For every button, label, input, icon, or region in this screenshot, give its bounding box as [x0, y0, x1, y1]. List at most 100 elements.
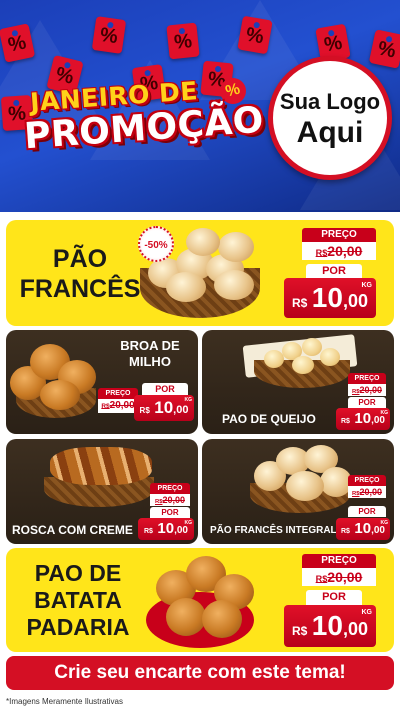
bread-roll-image	[286, 471, 324, 501]
sweet-bread-image	[50, 447, 152, 485]
preco-label: PREÇO	[302, 228, 376, 242]
product-name-line2: MILHO	[129, 354, 171, 369]
old-price: R$20,00	[348, 384, 386, 396]
current-price: R$ 10,00 KG	[336, 518, 390, 540]
preco-label: PREÇO	[302, 554, 376, 568]
product-name: PÃO FRANCÊS	[16, 244, 144, 304]
price-decimal: ,00	[342, 619, 368, 639]
current-price: R$ 10,00 KG	[134, 395, 194, 421]
por-label: POR	[348, 506, 386, 517]
preco-label: PREÇO	[348, 475, 386, 486]
percent-tag-icon: %	[166, 22, 200, 60]
current-price: R$ 10,00 KG	[284, 605, 376, 647]
price-unit: KG	[361, 282, 373, 289]
product-card-pao-frances: PÃO FRANCÊS -50% PREÇO R$20,00 POR R$ 10…	[6, 220, 394, 326]
potato-bread-image	[166, 598, 206, 636]
price-currency: R$	[292, 624, 308, 638]
por-label: POR	[306, 590, 362, 605]
product-name: PAO DE BATATA PADARIA	[10, 560, 146, 641]
price-currency: R$	[139, 406, 150, 415]
product-card-rosca-creme: ROSCA COM CREME PREÇO R$20,00 POR R$ 10,…	[6, 439, 198, 544]
price-currency: R$	[341, 418, 350, 425]
cheese-bread-image	[264, 350, 284, 368]
product-card-pao-queijo: PAO DE QUEIJO PREÇO R$20,00 POR R$ 10,00…	[202, 330, 394, 434]
cheese-bread-image	[292, 356, 314, 374]
logo-text-line2: Aqui	[296, 116, 364, 149]
product-name-line2: FRANCÊS	[19, 275, 141, 303]
price-currency: R$	[292, 296, 308, 310]
old-price-value: 20,00	[359, 385, 382, 395]
price-integer: 10	[311, 610, 343, 641]
price-decimal: ,00	[174, 525, 188, 536]
price-currency: R$	[144, 528, 153, 535]
por-label: POR	[142, 383, 188, 395]
product-name: PAO DE QUEIJO	[222, 412, 316, 426]
old-price-currency: R$	[315, 248, 328, 258]
current-price: R$ 10,00 KG	[138, 518, 194, 540]
product-name-line1: BROA DE	[120, 338, 180, 353]
logo-placeholder: Sua Logo Aqui	[268, 56, 392, 180]
discount-badge: -50%	[138, 226, 174, 262]
disclaimer-text: *Imagens Meramente Ilustrativas	[6, 697, 123, 706]
percent-tag-icon: %	[237, 15, 273, 55]
old-price: R$20,00	[348, 486, 386, 498]
price-integer: 10	[154, 398, 174, 417]
product-name-line1: PÃO	[52, 245, 108, 273]
current-price: R$ 10,00 KG	[284, 278, 376, 318]
product-name: PÃO FRANCÊS INTEGRAL	[210, 525, 337, 536]
price-decimal: ,00	[173, 404, 189, 416]
cheese-bread-image	[320, 348, 340, 366]
percent-tag-icon: %	[91, 16, 127, 54]
product-name-line2: BATATA	[34, 587, 122, 613]
bread-roll-image	[214, 270, 254, 300]
por-label: POR	[348, 397, 386, 408]
product-name: ROSCA COM CREME	[12, 523, 133, 537]
price-unit: KG	[380, 520, 389, 526]
potato-bread-image	[202, 600, 242, 638]
product-name: BROA DE MILHO	[108, 338, 192, 370]
cheese-bread-image	[302, 338, 322, 356]
old-price-value: 20,00	[327, 569, 363, 585]
product-name-line1: PAO DE	[34, 560, 122, 586]
preco-label: PREÇO	[150, 483, 190, 494]
percent-tag-icon: %	[368, 29, 400, 69]
corn-bread-image	[40, 380, 80, 410]
old-price-value: 20,00	[327, 243, 363, 259]
price-integer: 10	[157, 520, 175, 537]
product-card-pao-integral: PÃO FRANCÊS INTEGRAL PREÇO R$20,00 POR R…	[202, 439, 394, 544]
current-price: R$ 10,00 KG	[336, 408, 390, 430]
product-card-broa-milho: BROA DE MILHO PREÇO R$20,00 POR R$ 10,00…	[6, 330, 198, 434]
preco-label: PREÇO	[348, 373, 386, 384]
price-integer: 10	[354, 410, 372, 427]
old-price: R$20,00	[302, 568, 376, 586]
old-price: R$20,00	[150, 494, 190, 506]
price-decimal: ,00	[371, 415, 385, 426]
price-integer: 10	[311, 282, 343, 313]
preco-label: PREÇO	[98, 388, 138, 399]
header-banner: % % % % % % % % % % JANEIRO DE % PROMOÇÃ…	[0, 0, 400, 212]
por-label: POR	[150, 507, 190, 518]
price-decimal: ,00	[371, 525, 385, 536]
por-label: POR	[306, 264, 362, 279]
bread-roll-image	[186, 228, 220, 256]
old-price-currency: R$	[101, 403, 110, 410]
price-currency: R$	[341, 528, 350, 535]
product-card-pao-batata: PAO DE BATATA PADARIA PREÇO R$20,00 POR …	[6, 548, 394, 652]
bread-roll-image	[166, 272, 206, 302]
old-price-value: 20,00	[162, 495, 185, 505]
old-price-value: 20,00	[109, 400, 135, 411]
product-name-line3: PADARIA	[26, 614, 130, 640]
price-unit: KG	[361, 609, 373, 616]
old-price: R$20,00	[302, 242, 376, 260]
old-price: R$20,00	[98, 399, 138, 413]
logo-text-line1: Sua Logo	[279, 89, 381, 114]
price-integer: 10	[354, 520, 372, 537]
old-price-value: 20,00	[359, 487, 382, 497]
price-unit: KG	[184, 397, 193, 403]
price-unit: KG	[380, 410, 389, 416]
price-decimal: ,00	[342, 291, 368, 311]
bread-roll-image	[218, 232, 254, 262]
price-unit: KG	[184, 520, 193, 526]
create-flyer-button[interactable]: Crie seu encarte com este tema!	[6, 656, 394, 690]
old-price-currency: R$	[315, 574, 328, 584]
